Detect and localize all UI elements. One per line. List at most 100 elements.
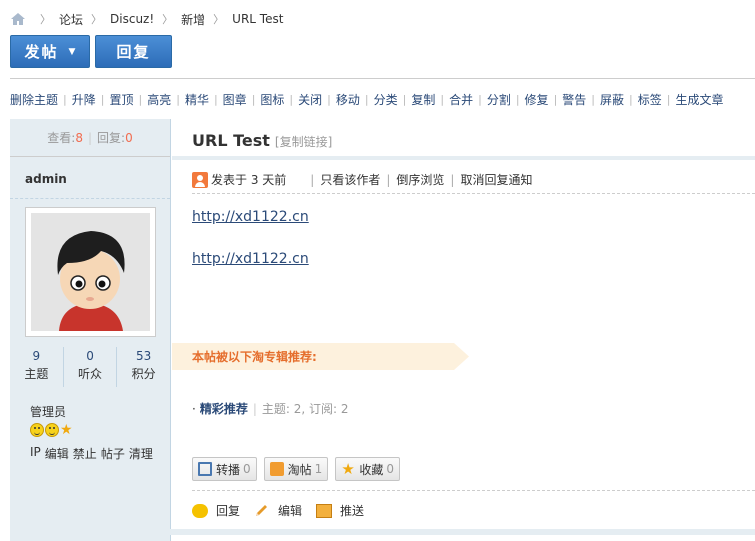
mod-digest[interactable]: 精华	[185, 91, 209, 108]
cancel-notify-link[interactable]: 取消回复通知	[460, 171, 532, 188]
breadcrumb-item-discuz[interactable]: Discuz!	[110, 12, 154, 26]
mod-generate-article[interactable]: 生成文章	[675, 91, 723, 108]
stat-topics-value: 9	[32, 349, 41, 363]
author-sidebar: 查看: 8 | 回复: 0 admin 9 主题 0 听众 53 积分 管理员 …	[10, 119, 171, 541]
replies-label: 回复:	[97, 131, 126, 145]
post-content-link[interactable]: http://xd1122.cn	[192, 251, 309, 267]
mod-icon[interactable]: 图标	[260, 91, 284, 108]
album-info: 主题: 2, 订阅: 2	[261, 402, 349, 416]
share-button[interactable]: 转播 0	[192, 457, 257, 481]
new-post-label: 发帖	[24, 43, 59, 61]
stat-points-label: 积分	[131, 367, 156, 381]
mod-split[interactable]: 分割	[487, 91, 511, 108]
home-icon[interactable]	[10, 12, 26, 26]
mod-category[interactable]: 分类	[374, 91, 398, 108]
stat-followers-value: 0	[86, 349, 94, 363]
user-group[interactable]: 管理员	[30, 403, 66, 420]
smiley-icon	[45, 423, 59, 437]
post-footer: 回复 编辑 推送	[192, 502, 364, 519]
stat-points-value: 53	[136, 349, 152, 363]
chevron-right-icon: 〉	[40, 13, 51, 26]
mod-ban[interactable]: 屏蔽	[600, 91, 624, 108]
user-rank-icons: ★	[30, 423, 73, 437]
views-count: 8	[75, 130, 83, 145]
op-edit[interactable]: 编辑	[45, 445, 69, 462]
author-stats: 9 主题 0 听众 53 积分	[10, 347, 170, 387]
pencil-icon	[254, 504, 270, 518]
mod-repair[interactable]: 修复	[525, 91, 549, 108]
only-author-link[interactable]: 只看该作者	[320, 171, 380, 188]
author-username[interactable]: admin	[25, 172, 67, 186]
star-icon: ★	[341, 460, 355, 478]
tao-button[interactable]: 淘帖 1	[263, 457, 329, 481]
user-admin-ops: IP 编辑 禁止 帖子 清理	[30, 445, 153, 462]
copy-link-button[interactable]: [复制链接]	[275, 133, 332, 150]
mod-highlight[interactable]: 高亮	[147, 91, 171, 108]
stat-topics[interactable]: 9 主题	[10, 347, 64, 387]
basket-icon	[269, 462, 284, 476]
reverse-order-link[interactable]: 倒序浏览	[396, 171, 444, 188]
breadcrumb: 〉 论坛 〉 Discuz! 〉 新增 〉 URL Test	[10, 10, 283, 28]
post-meta: 发表于 3 天前 | 只看该作者 | 倒序浏览 | 取消回复通知	[192, 171, 532, 188]
chevron-right-icon: 〉	[91, 13, 103, 26]
favorite-count: 0	[386, 462, 394, 476]
mod-stamp[interactable]: 图章	[223, 91, 247, 108]
tao-label: 淘帖	[287, 462, 312, 477]
push-icon	[316, 503, 333, 518]
breadcrumb-item-new[interactable]: 新增	[181, 11, 205, 28]
reply-label: 回复	[116, 43, 151, 61]
op-ban[interactable]: 禁止	[73, 445, 97, 462]
thread-title: URL Test	[192, 131, 270, 150]
mod-move[interactable]: 移动	[336, 91, 360, 108]
mod-delete-topic[interactable]: 删除主题	[10, 91, 58, 108]
album-name-link[interactable]: 精彩推荐	[200, 400, 248, 417]
mod-merge[interactable]: 合并	[449, 91, 473, 108]
breadcrumb-item-forum[interactable]: 论坛	[59, 11, 83, 28]
star-icon: ★	[60, 422, 73, 438]
op-clean[interactable]: 清理	[129, 445, 153, 462]
smiley-icon	[30, 423, 44, 437]
op-ip[interactable]: IP	[30, 445, 41, 462]
stat-topics-label: 主题	[24, 367, 49, 381]
share-label: 转播	[216, 462, 241, 477]
avatar[interactable]	[25, 207, 156, 337]
thread-stats: 查看: 8 | 回复: 0	[10, 119, 170, 157]
mod-bump[interactable]: 升降	[72, 91, 96, 108]
stat-followers-label: 听众	[78, 367, 103, 381]
favorite-label: 收藏	[359, 462, 384, 477]
breadcrumb-item-current[interactable]: URL Test	[232, 12, 283, 26]
favorite-button[interactable]: ★ 收藏 0	[335, 457, 400, 481]
footer-reply-label: 回复	[216, 504, 241, 518]
post-content-link[interactable]: http://xd1122.cn	[192, 209, 309, 225]
mod-tags[interactable]: 标签	[638, 91, 662, 108]
stat-followers[interactable]: 0 听众	[64, 347, 118, 387]
chevron-right-icon: 〉	[213, 13, 225, 26]
footer-reply-link[interactable]: 回复	[192, 502, 240, 519]
new-post-button[interactable]: 发帖 ▼	[10, 35, 90, 68]
replies-count: 0	[125, 130, 133, 145]
share-count: 0	[243, 462, 251, 476]
mod-close[interactable]: 关闭	[298, 91, 322, 108]
mod-copy[interactable]: 复制	[411, 91, 435, 108]
footer-edit-link[interactable]: 编辑	[254, 502, 302, 519]
mod-stick[interactable]: 置顶	[109, 91, 133, 108]
tao-count: 1	[314, 462, 323, 476]
online-user-icon	[192, 171, 208, 188]
avatar-image	[31, 213, 150, 331]
footer-edit-label: 编辑	[278, 504, 303, 518]
mod-warn[interactable]: 警告	[562, 91, 586, 108]
speech-bubble-icon	[192, 503, 208, 518]
reply-button[interactable]: 回复	[95, 35, 172, 68]
thread-title-row: URL Test [复制链接]	[192, 131, 332, 150]
footer-push-label: 推送	[340, 504, 365, 518]
forward-icon	[198, 462, 212, 476]
post-main: URL Test [复制链接] 发表于 3 天前 | 只看该作者 | 倒序浏览 …	[172, 119, 755, 541]
post-time: 发表于 3 天前	[211, 173, 287, 187]
stat-points[interactable]: 53 积分	[117, 347, 170, 387]
views-label: 查看:	[47, 131, 76, 145]
footer-push-link[interactable]: 推送	[316, 502, 364, 519]
op-posts[interactable]: 帖子	[101, 445, 125, 462]
album-recommend-banner: 本帖被以下淘专辑推荐:	[172, 343, 469, 370]
chevron-right-icon: 〉	[162, 13, 174, 26]
post-actions: 转播 0 淘帖 1 ★ 收藏 0	[192, 457, 400, 481]
